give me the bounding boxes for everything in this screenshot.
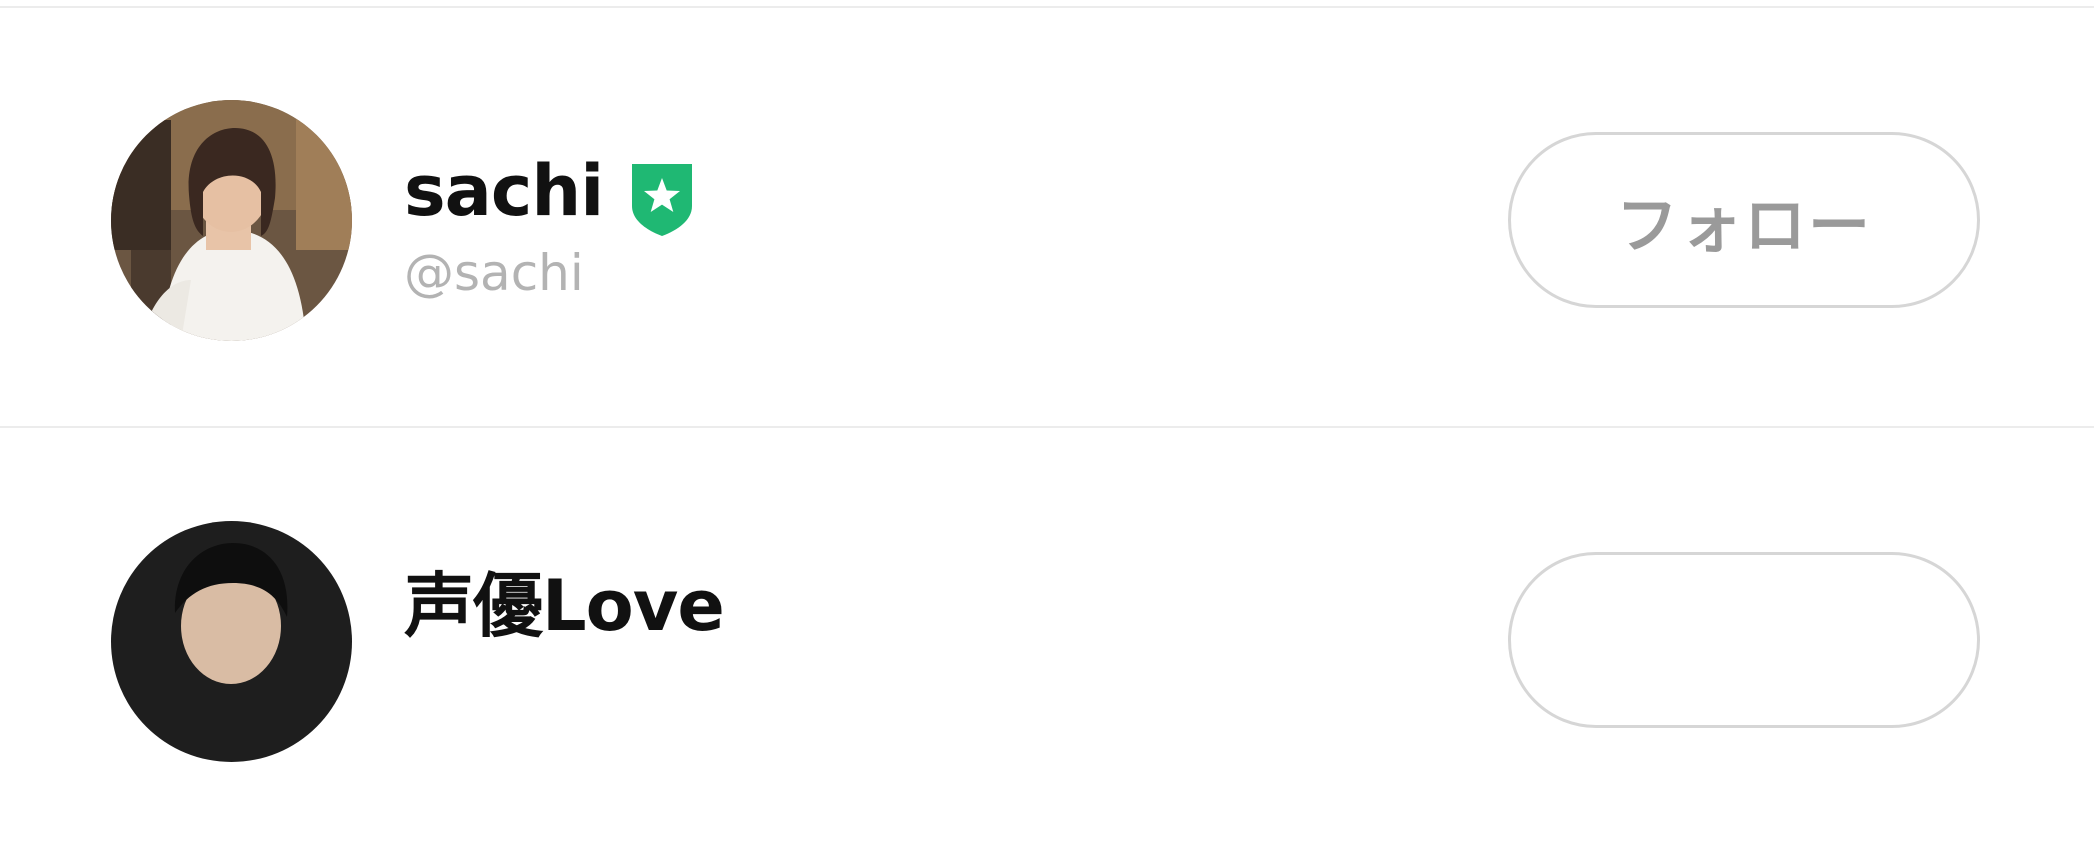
follow-button[interactable]: [1508, 552, 1980, 728]
avatar[interactable]: [111, 100, 352, 341]
user-handle: @sachi: [404, 244, 584, 302]
follow-button[interactable]: フォロー: [1508, 132, 1980, 308]
user-row[interactable]: sachi @sachi フォロー: [0, 8, 2094, 428]
avatar-photo: [111, 100, 352, 341]
avatar[interactable]: [111, 521, 352, 762]
avatar-photo: [111, 521, 352, 762]
verified-badge-icon: [628, 160, 696, 238]
user-row[interactable]: 声優Love: [0, 428, 2094, 848]
user-list: sachi @sachi フォロー 声優Love: [0, 0, 2094, 762]
user-name[interactable]: sachi: [404, 156, 604, 226]
user-name[interactable]: 声優Love: [404, 571, 725, 641]
